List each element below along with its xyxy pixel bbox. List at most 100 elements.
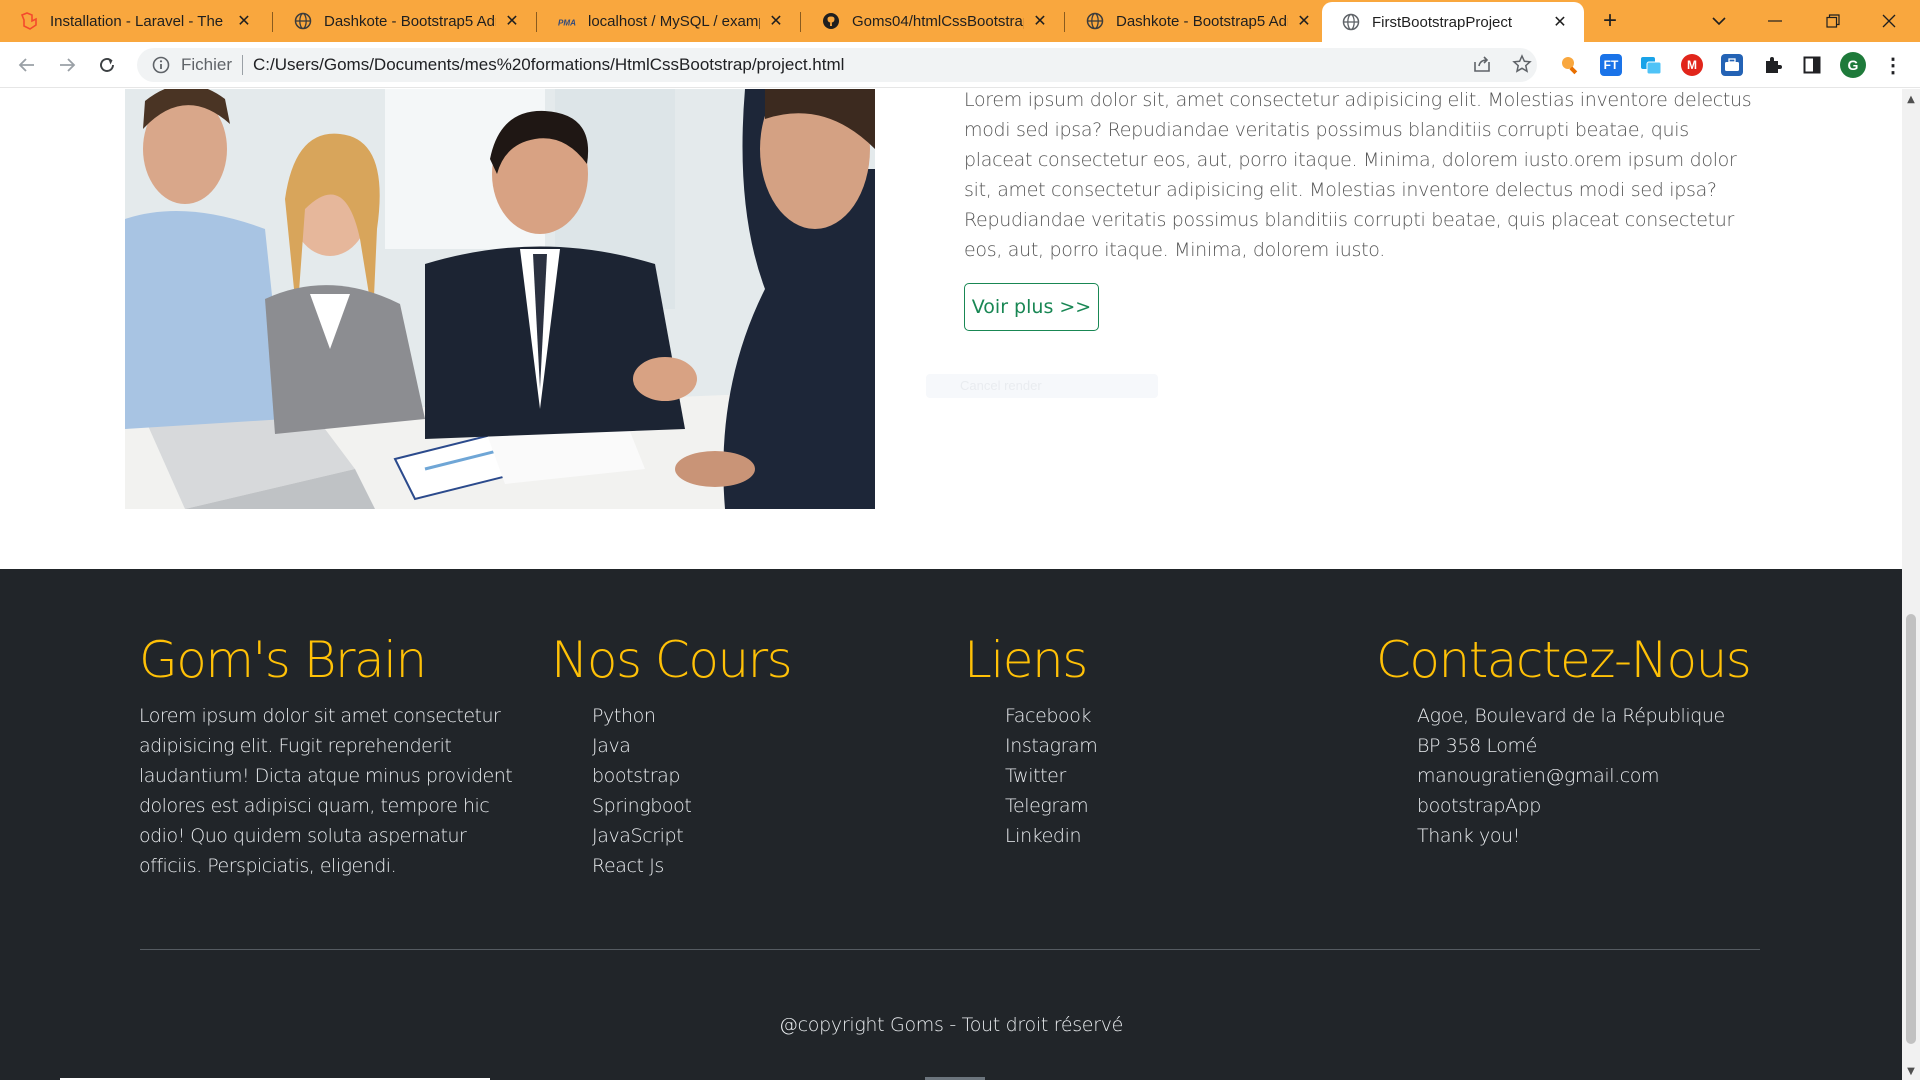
cancel-render-overlay: Cancel render [926,374,1158,398]
tab-search-icon[interactable] [1696,4,1742,38]
extension-translate-icon[interactable] [1640,54,1662,76]
tab-dashkote-1[interactable]: Dashkote - Bootstrap5 Adm ✕ [274,0,536,42]
side-panel-icon[interactable] [1801,54,1823,76]
contact-po-box: BP 358 Lomé [1417,735,1537,757]
contact-app-name: bootstrapApp [1417,795,1541,817]
page-viewport: Lorem ipsum dolor sit, amet consectetur … [0,89,1902,1080]
bookmark-star-icon[interactable] [1508,50,1536,78]
extension-briefcase-icon[interactable] [1721,54,1743,76]
globe-icon [294,12,312,30]
course-item: bootstrap [592,761,931,791]
tab-title: Dashkote - Bootstrap5 Adm [1116,12,1288,30]
extensions-puzzle-icon[interactable] [1762,54,1784,76]
course-link[interactable]: Python [592,705,656,727]
footer-brand-title: Gom's Brain [139,631,427,689]
close-icon[interactable]: ✕ [502,11,522,31]
tab-title: localhost / MySQL / exampl [588,12,760,30]
address-divider [242,55,244,75]
social-link-facebook[interactable]: Facebook [1005,705,1091,727]
social-item: Twitter [1005,761,1344,791]
social-link-instagram[interactable]: Instagram [1005,735,1098,757]
phpmyadmin-icon: PMA [558,12,576,30]
social-link-linkedin[interactable]: Linkedin [1005,825,1082,847]
tab-separator [1064,12,1065,32]
tab-github[interactable]: Goms04/htmlCssBootstrap ✕ [802,0,1064,42]
globe-icon [1086,12,1104,30]
contact-email[interactable]: manougratien@gmail.com [1417,761,1876,791]
close-icon[interactable]: ✕ [1030,11,1050,31]
social-link-telegram[interactable]: Telegram [1005,795,1089,817]
tab-laravel[interactable]: Installation - Laravel - The P ✕ [0,0,268,42]
browser-tab-strip: Installation - Laravel - The P ✕ Dashkot… [0,0,1920,42]
voir-plus-button[interactable]: Voir plus >> [964,283,1099,331]
close-window-button[interactable] [1866,4,1912,38]
reload-button[interactable] [92,50,122,80]
extension-ft-icon[interactable]: FT [1600,54,1622,76]
site-footer: Gom's Brain Lorem ipsum dolor sit amet c… [0,569,1902,1080]
back-button[interactable] [12,50,42,80]
contact-address: Agoe, Boulevard de la République [1417,705,1725,727]
minimize-button[interactable] [1752,4,1798,38]
address-scheme-label: Fichier [181,55,233,74]
copyright-text: @copyright Goms - Tout droit réservé [778,1014,1124,1036]
close-icon[interactable]: ✕ [234,11,254,31]
page-scrollbar[interactable]: ▲ ▼ [1902,89,1920,1080]
tab-title: Dashkote - Bootstrap5 Adm [324,12,496,30]
about-paragraph: Lorem ipsum dolor sit, amet consectetur … [964,89,1752,261]
profile-avatar[interactable]: G [1840,52,1866,78]
extension-m-icon[interactable]: M [1681,54,1703,76]
course-link[interactable]: Springboot [592,795,692,817]
footer-links-title: Liens [964,631,1088,689]
globe-icon [1342,13,1360,31]
browser-toolbar: Fichier C:/Users/Goms/Documents/mes%20fo… [0,42,1920,88]
course-link[interactable]: Java [592,735,631,757]
more-menu-icon[interactable]: ⋮ [1882,54,1904,77]
scroll-thumb[interactable] [1906,614,1916,1044]
course-item: JavaScript [592,821,931,851]
share-icon[interactable] [1468,50,1496,78]
close-icon[interactable]: ✕ [766,11,786,31]
svg-text:PMA: PMA [558,19,576,28]
footer-divider [140,949,1760,950]
new-tab-button[interactable]: + [1596,8,1624,36]
social-link-twitter[interactable]: Twitter [1005,765,1066,787]
laravel-icon [20,12,38,30]
extension-search-icon[interactable] [1558,54,1580,76]
tab-title: Installation - Laravel - The P [50,12,228,30]
close-icon[interactable]: ✕ [1550,12,1570,32]
course-link[interactable]: React Js [592,855,664,877]
footer-brand-column: Gom's Brain Lorem ipsum dolor sit amet c… [139,629,529,881]
social-item: Instagram [1005,731,1344,761]
footer-courses-title: Nos Cours [551,631,793,689]
footer-contact-column: Contactez-Nous Agoe, Boulevard de la Rép… [1376,629,1876,851]
tab-first-bootstrap-project[interactable]: FirstBootstrapProject ✕ [1322,2,1584,42]
tab-title: Goms04/htmlCssBootstrap [852,12,1024,30]
address-bar[interactable]: Fichier C:/Users/Goms/Documents/mes%20fo… [137,48,1537,82]
footer-courses-column: Nos Cours Python Java bootstrap Springbo… [551,629,931,881]
forward-button[interactable] [52,50,82,80]
course-item: Springboot [592,791,931,821]
scroll-up-arrow-icon[interactable]: ▲ [1902,91,1920,107]
business-meeting-image [125,89,875,509]
social-item: Telegram [1005,791,1344,821]
footer-links-column: Liens Facebook Instagram Twitter Telegra… [964,629,1344,851]
tab-separator [272,12,273,32]
restore-button[interactable] [1810,4,1856,38]
course-item: Python [592,701,931,731]
contact-thanks: Thank you! [1417,825,1520,847]
scroll-down-arrow-icon[interactable]: ▼ [1902,1063,1920,1079]
course-link[interactable]: JavaScript [592,825,684,847]
social-item: Linkedin [1005,821,1344,851]
course-link[interactable]: bootstrap [592,765,680,787]
footer-courses-list: Python Java bootstrap Springboot JavaScr… [551,701,931,881]
close-icon[interactable]: ✕ [1294,11,1314,31]
footer-links-list: Facebook Instagram Twitter Telegram Link… [964,701,1344,851]
social-item: Facebook [1005,701,1344,731]
info-icon[interactable] [151,55,171,75]
footer-brand-text: Lorem ipsum dolor sit amet consectetur a… [139,705,513,877]
course-item: React Js [592,851,931,881]
address-url[interactable]: C:/Users/Goms/Documents/mes%20formations… [253,55,844,75]
tab-phpmyadmin[interactable]: PMA localhost / MySQL / exampl ✕ [538,0,800,42]
course-item: Java [592,731,931,761]
tab-dashkote-2[interactable]: Dashkote - Bootstrap5 Adm ✕ [1066,0,1328,42]
